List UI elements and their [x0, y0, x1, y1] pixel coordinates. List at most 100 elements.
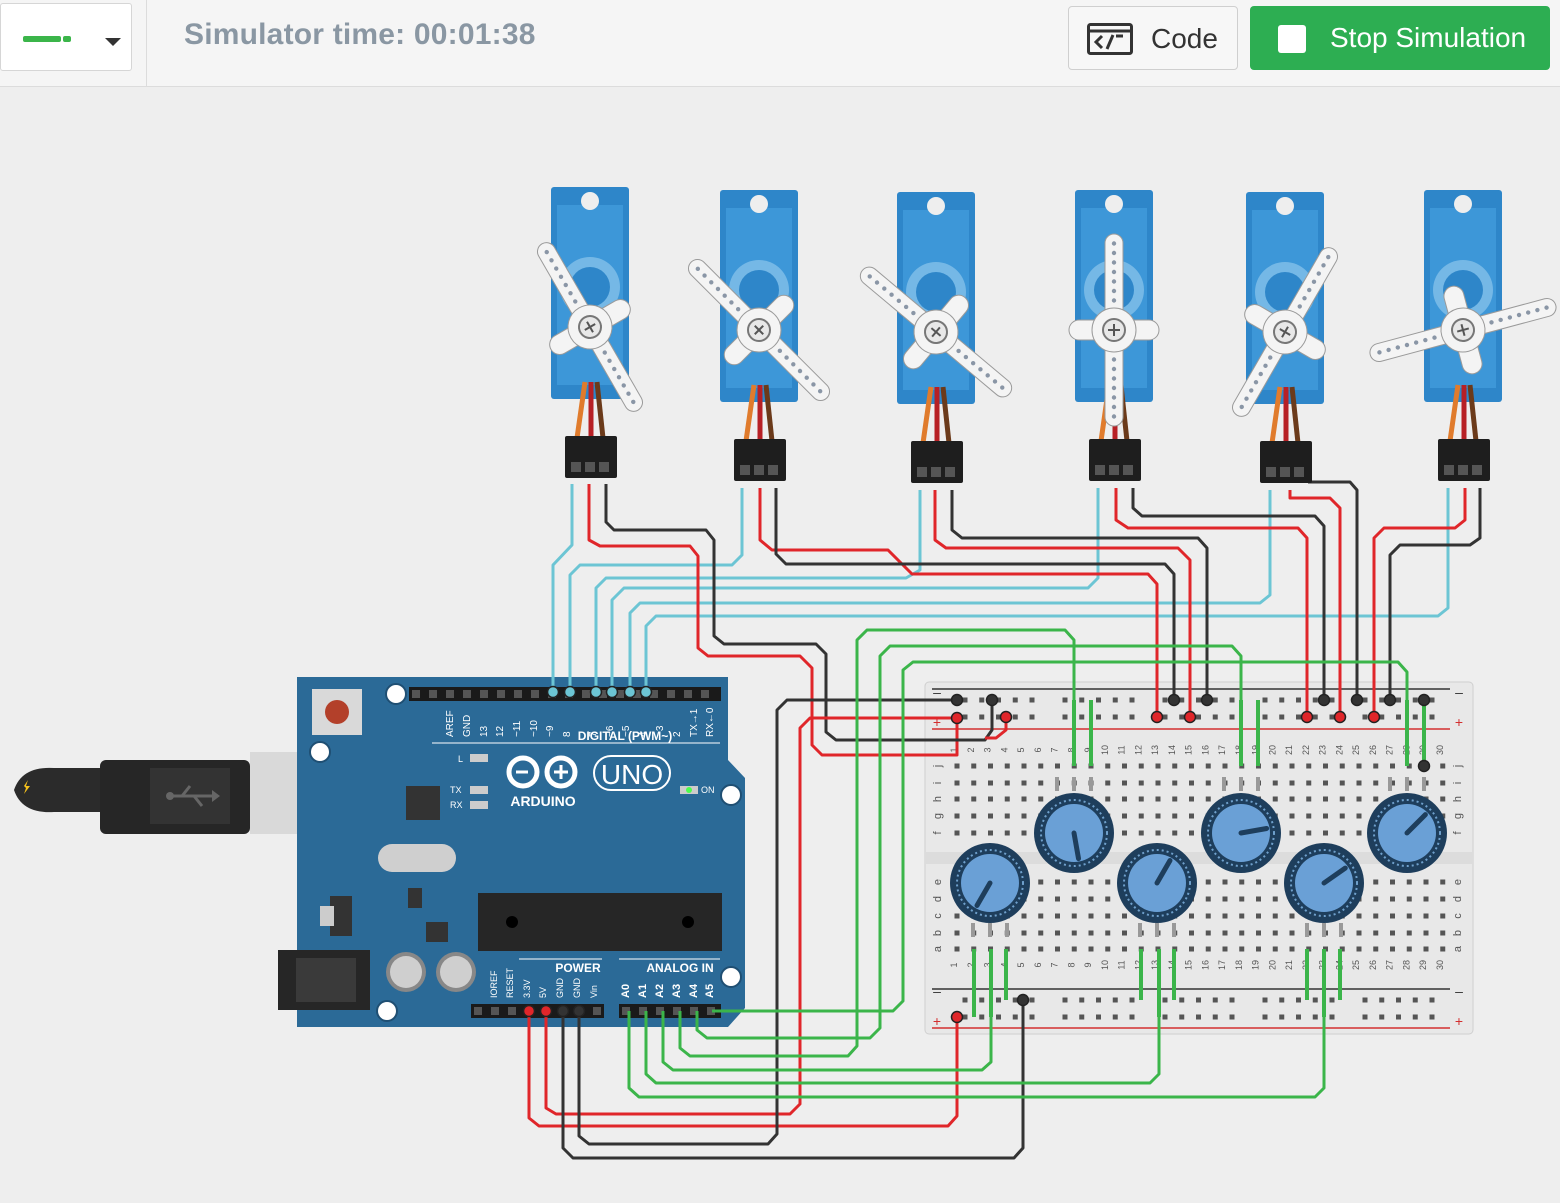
- breadboard-hole[interactable]: [1021, 946, 1027, 952]
- breadboard-hole[interactable]: [1004, 780, 1010, 786]
- rail-hole[interactable]: [1196, 1014, 1201, 1020]
- breadboard-hole[interactable]: [1055, 930, 1060, 936]
- breadboard-hole[interactable]: [1038, 763, 1044, 769]
- rail-hole[interactable]: [1412, 997, 1418, 1003]
- breadboard-hole[interactable]: [1272, 930, 1278, 936]
- breadboard-hole[interactable]: [1306, 780, 1312, 786]
- breadboard-hole[interactable]: [971, 813, 977, 819]
- rail-hole[interactable]: [1329, 1014, 1335, 1020]
- rail-hole[interactable]: [1062, 697, 1068, 703]
- wire-color-dropdown[interactable]: [0, 3, 132, 71]
- wire-endpoint[interactable]: [623, 685, 637, 699]
- breadboard-hole[interactable]: [1390, 879, 1395, 885]
- rail-hole[interactable]: [1162, 697, 1168, 703]
- breadboard-hole[interactable]: [1189, 796, 1194, 802]
- servo-2[interactable]: [659, 190, 858, 481]
- breadboard-hole[interactable]: [988, 763, 993, 769]
- breadboard-hole[interactable]: [1105, 879, 1111, 885]
- header-pin[interactable]: [446, 690, 454, 698]
- rail-hole[interactable]: [1029, 997, 1035, 1003]
- servo-5[interactable]: [1198, 192, 1372, 483]
- breadboard-hole[interactable]: [1122, 930, 1127, 936]
- breadboard-hole[interactable]: [1222, 946, 1228, 952]
- rail-hole[interactable]: [1012, 714, 1018, 720]
- breadboard-hole[interactable]: [1105, 930, 1111, 936]
- breadboard-hole[interactable]: [988, 780, 993, 786]
- breadboard-hole[interactable]: [1440, 796, 1446, 802]
- breadboard-hole[interactable]: [1055, 763, 1060, 769]
- breadboard-hole[interactable]: [1440, 879, 1446, 885]
- breadboard-hole[interactable]: [954, 796, 960, 802]
- breadboard-hole[interactable]: [971, 796, 977, 802]
- breadboard-hole[interactable]: [1256, 930, 1261, 936]
- breadboard-hole[interactable]: [1306, 813, 1312, 819]
- servo-6[interactable]: [1359, 190, 1560, 481]
- rail-hole[interactable]: [1262, 697, 1268, 703]
- breadboard-hole[interactable]: [1021, 796, 1027, 802]
- breadboard-hole[interactable]: [1272, 946, 1278, 952]
- breadboard-hole[interactable]: [1105, 796, 1111, 802]
- wire-endpoint[interactable]: [950, 711, 964, 725]
- breadboard-hole[interactable]: [1323, 780, 1328, 786]
- breadboard-hole[interactable]: [1189, 930, 1194, 936]
- breadboard-hole[interactable]: [954, 830, 960, 836]
- wire-endpoint[interactable]: [1183, 710, 1197, 724]
- rail-hole[interactable]: [1362, 997, 1368, 1003]
- breadboard-hole[interactable]: [1004, 796, 1010, 802]
- wire-endpoint[interactable]: [1367, 710, 1381, 724]
- breadboard-hole[interactable]: [1339, 830, 1345, 836]
- breadboard-hole[interactable]: [1021, 830, 1027, 836]
- breadboard-hole[interactable]: [1021, 780, 1027, 786]
- breadboard-hole[interactable]: [1088, 896, 1094, 902]
- header-pin[interactable]: [508, 1007, 516, 1015]
- breadboard-hole[interactable]: [1272, 763, 1278, 769]
- breadboard-hole[interactable]: [1423, 913, 1429, 919]
- breadboard-hole[interactable]: [1021, 813, 1027, 819]
- breadboard-hole[interactable]: [988, 796, 993, 802]
- breadboard-hole[interactable]: [1239, 946, 1245, 952]
- rail-hole[interactable]: [1429, 997, 1435, 1003]
- wire-endpoint[interactable]: [539, 1004, 553, 1018]
- breadboard-hole[interactable]: [1406, 879, 1412, 885]
- breadboard-hole[interactable]: [1356, 763, 1362, 769]
- breadboard-hole[interactable]: [1373, 763, 1379, 769]
- breadboard-hole[interactable]: [1021, 763, 1027, 769]
- breadboard-hole[interactable]: [1205, 796, 1211, 802]
- rail-hole[interactable]: [979, 697, 985, 703]
- breadboard-hole[interactable]: [1440, 946, 1446, 952]
- wire-endpoint[interactable]: [950, 693, 964, 707]
- breadboard-hole[interactable]: [1189, 946, 1194, 952]
- rail-hole[interactable]: [1212, 697, 1218, 703]
- breadboard-hole[interactable]: [1071, 946, 1077, 952]
- breadboard-hole[interactable]: [1406, 896, 1412, 902]
- breadboard-hole[interactable]: [1122, 780, 1127, 786]
- breadboard-hole[interactable]: [1339, 763, 1345, 769]
- rail-hole[interactable]: [1079, 697, 1085, 703]
- rail-hole[interactable]: [1296, 697, 1301, 703]
- rail-hole[interactable]: [1279, 997, 1285, 1003]
- breadboard-hole[interactable]: [1122, 946, 1127, 952]
- rail-hole[interactable]: [1029, 1014, 1035, 1020]
- rail-hole[interactable]: [1062, 997, 1068, 1003]
- breadboard-hole[interactable]: [971, 780, 977, 786]
- rail-hole[interactable]: [1179, 714, 1185, 720]
- rail-hole[interactable]: [1129, 997, 1135, 1003]
- breadboard-hole[interactable]: [1339, 780, 1345, 786]
- wire-endpoint[interactable]: [1417, 693, 1431, 707]
- wire-endpoint[interactable]: [950, 1010, 964, 1024]
- rail-hole[interactable]: [1279, 714, 1285, 720]
- rail-hole[interactable]: [1112, 697, 1118, 703]
- breadboard-hole[interactable]: [1289, 913, 1295, 919]
- breadboard-hole[interactable]: [1055, 896, 1060, 902]
- breadboard-hole[interactable]: [1071, 930, 1077, 936]
- rail-hole[interactable]: [1362, 1014, 1368, 1020]
- rail-hole[interactable]: [1079, 1014, 1085, 1020]
- breadboard-hole[interactable]: [1306, 830, 1312, 836]
- servo-1[interactable]: [503, 187, 677, 478]
- rail-hole[interactable]: [1179, 997, 1185, 1003]
- breadboard-hole[interactable]: [1172, 780, 1178, 786]
- breadboard-hole[interactable]: [1323, 830, 1328, 836]
- breadboard-hole[interactable]: [1038, 780, 1044, 786]
- wire-endpoint[interactable]: [1383, 693, 1397, 707]
- rail-hole[interactable]: [1262, 714, 1268, 720]
